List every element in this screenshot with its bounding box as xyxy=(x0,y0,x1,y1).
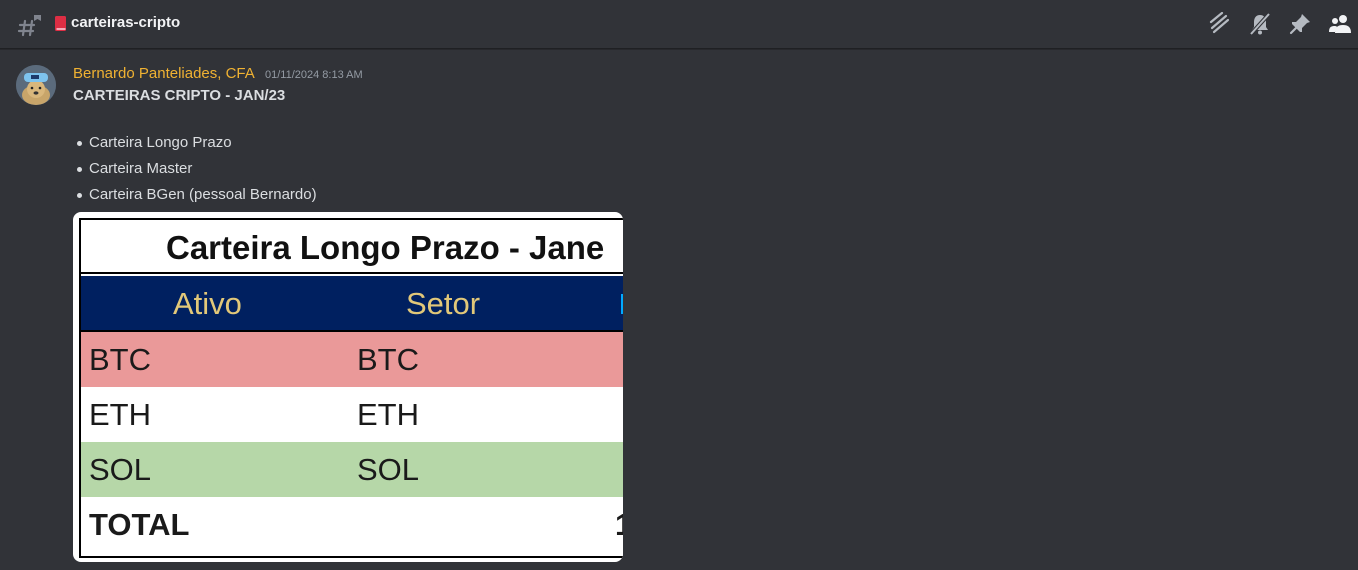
table-row: SOL SOL xyxy=(81,442,623,497)
cell-ativo: BTC xyxy=(89,342,151,377)
table-row: BTC BTC xyxy=(81,332,623,387)
cell-setor: ETH xyxy=(357,397,419,432)
image-attachment[interactable]: Carteira Longo Prazo - Jane Ativo Setor … xyxy=(73,212,623,562)
list-item: Carteira Longo Prazo xyxy=(77,133,317,159)
cell-setor: SOL xyxy=(357,452,420,487)
channel-header: carteiras-cripto xyxy=(0,0,1358,49)
table-row: ETH ETH xyxy=(81,387,623,442)
book-emoji-icon xyxy=(55,16,66,31)
sheet-header-row: Ativo Setor xyxy=(81,276,623,332)
list-item: Carteira Master xyxy=(77,159,317,185)
list-item: Carteira BGen (pessoal Bernardo) xyxy=(77,185,317,211)
sheet-title: Carteira Longo Prazo - Jane xyxy=(81,220,623,274)
header-toolbar xyxy=(1208,10,1352,38)
cell-total-label: TOTAL xyxy=(89,507,190,542)
members-icon[interactable] xyxy=(1328,10,1352,38)
bullet-list: Carteira Longo Prazo Carteira Master Car… xyxy=(73,133,317,211)
message: Bernardo Panteliades, CFA 01/11/2024 8:1… xyxy=(0,49,1358,570)
header-cutoff-mark xyxy=(621,294,623,314)
avatar[interactable] xyxy=(16,65,56,105)
header-setor: Setor xyxy=(406,286,481,321)
thread-hash-icon xyxy=(17,15,41,37)
message-title: CARTEIRAS CRIPTO - JAN/23 xyxy=(73,87,286,104)
mute-bell-icon[interactable] xyxy=(1248,10,1272,38)
header-ativo: Ativo xyxy=(173,286,242,321)
cell-ativo: ETH xyxy=(89,397,151,432)
message-timestamp: 01/11/2024 8:13 AM xyxy=(265,69,363,81)
author-name[interactable]: Bernardo Panteliades, CFA xyxy=(73,65,255,82)
table-row-total: TOTAL 1 xyxy=(81,497,623,552)
channel-name: carteiras-cripto xyxy=(71,14,181,31)
cell-total-value: 1 xyxy=(615,497,623,553)
cell-ativo: SOL xyxy=(89,452,152,487)
spreadsheet-image: Carteira Longo Prazo - Jane Ativo Setor … xyxy=(79,218,623,558)
cell-setor: BTC xyxy=(357,342,419,377)
threads-icon[interactable] xyxy=(1208,10,1232,38)
pin-icon[interactable] xyxy=(1288,10,1312,38)
